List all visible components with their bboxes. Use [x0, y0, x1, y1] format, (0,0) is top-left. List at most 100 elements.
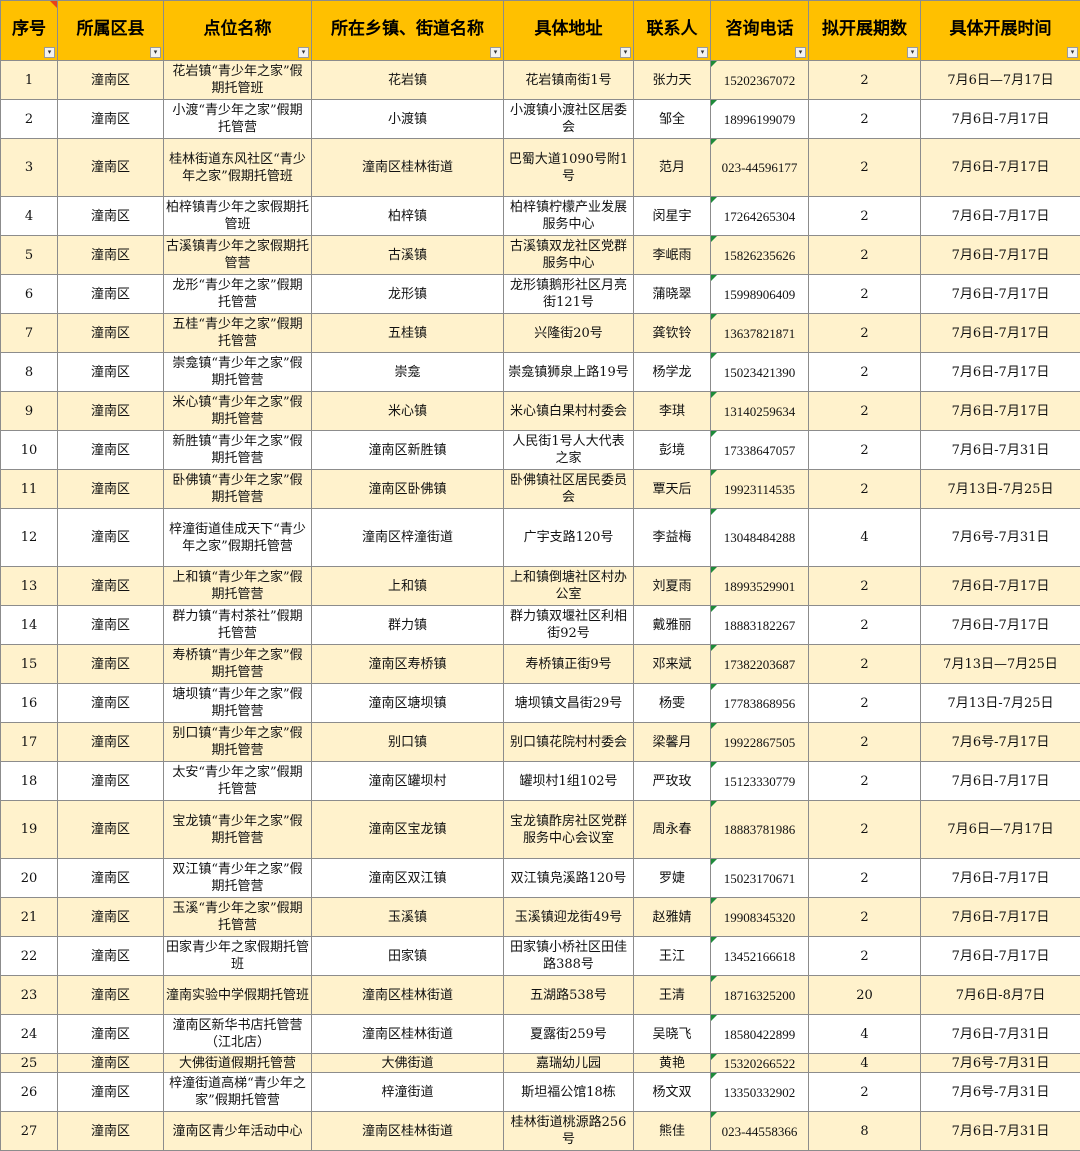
- time-cell[interactable]: 7月6号-7月31日: [921, 509, 1080, 567]
- row-number[interactable]: 5: [1, 236, 58, 275]
- address-cell[interactable]: 斯坦福公馆18栋: [504, 1073, 634, 1112]
- town-cell[interactable]: 潼南区新胜镇: [312, 431, 504, 470]
- town-cell[interactable]: 潼南区寿桥镇: [312, 645, 504, 684]
- district-cell[interactable]: 潼南区: [58, 353, 164, 392]
- address-cell[interactable]: 巴蜀大道1090号附1号: [504, 139, 634, 197]
- contact-cell[interactable]: 杨文双: [634, 1073, 711, 1112]
- phone-cell[interactable]: 023-44596177: [711, 139, 809, 197]
- periods-cell[interactable]: 2: [809, 197, 921, 236]
- row-number[interactable]: 3: [1, 139, 58, 197]
- row-number[interactable]: 14: [1, 606, 58, 645]
- row-number[interactable]: 9: [1, 392, 58, 431]
- phone-cell[interactable]: 15202367072: [711, 61, 809, 100]
- site-name-cell[interactable]: 宝龙镇“青少年之家”假期托管营: [164, 801, 312, 859]
- periods-cell[interactable]: 2: [809, 431, 921, 470]
- town-cell[interactable]: 别口镇: [312, 723, 504, 762]
- filter-dropdown-icon[interactable]: ▾: [490, 47, 501, 58]
- address-cell[interactable]: 群力镇双堰社区利相街92号: [504, 606, 634, 645]
- phone-cell[interactable]: 15123330779: [711, 762, 809, 801]
- district-cell[interactable]: 潼南区: [58, 567, 164, 606]
- address-cell[interactable]: 崇龛镇狮泉上路19号: [504, 353, 634, 392]
- town-cell[interactable]: 米心镇: [312, 392, 504, 431]
- phone-cell[interactable]: 19922867505: [711, 723, 809, 762]
- phone-cell[interactable]: 17338647057: [711, 431, 809, 470]
- town-cell[interactable]: 潼南区桂林街道: [312, 976, 504, 1015]
- site-name-cell[interactable]: 潼南区新华书店托管营（江北店）: [164, 1015, 312, 1054]
- address-cell[interactable]: 龙形镇鹅形社区月亮街121号: [504, 275, 634, 314]
- town-cell[interactable]: 上和镇: [312, 567, 504, 606]
- contact-cell[interactable]: 戴雅丽: [634, 606, 711, 645]
- address-cell[interactable]: 小渡镇小渡社区居委会: [504, 100, 634, 139]
- town-cell[interactable]: 玉溪镇: [312, 898, 504, 937]
- phone-cell[interactable]: 18993529901: [711, 567, 809, 606]
- contact-cell[interactable]: 杨雯: [634, 684, 711, 723]
- district-cell[interactable]: 潼南区: [58, 1015, 164, 1054]
- district-cell[interactable]: 潼南区: [58, 859, 164, 898]
- phone-cell[interactable]: 18716325200: [711, 976, 809, 1015]
- time-cell[interactable]: 7月6号-7月31日: [921, 1054, 1080, 1073]
- site-name-cell[interactable]: 塘坝镇“青少年之家”假期托管营: [164, 684, 312, 723]
- address-cell[interactable]: 花岩镇南街1号: [504, 61, 634, 100]
- address-cell[interactable]: 嘉瑞幼儿园: [504, 1054, 634, 1073]
- phone-cell[interactable]: 15998906409: [711, 275, 809, 314]
- address-cell[interactable]: 卧佛镇社区居民委员会: [504, 470, 634, 509]
- contact-cell[interactable]: 闵星宇: [634, 197, 711, 236]
- address-cell[interactable]: 人民街1号人大代表之家: [504, 431, 634, 470]
- time-cell[interactable]: 7月6号-7月31日: [921, 1073, 1080, 1112]
- district-cell[interactable]: 潼南区: [58, 645, 164, 684]
- periods-cell[interactable]: 2: [809, 801, 921, 859]
- time-cell[interactable]: 7月13日—7月25日: [921, 645, 1080, 684]
- site-name-cell[interactable]: 寿桥镇“青少年之家”假期托管营: [164, 645, 312, 684]
- filter-dropdown-icon[interactable]: ▾: [150, 47, 161, 58]
- time-cell[interactable]: 7月6日-7月31日: [921, 1015, 1080, 1054]
- town-cell[interactable]: 五桂镇: [312, 314, 504, 353]
- site-name-cell[interactable]: 小渡“青少年之家”假期托管营: [164, 100, 312, 139]
- contact-cell[interactable]: 刘夏雨: [634, 567, 711, 606]
- time-cell[interactable]: 7月13日-7月25日: [921, 470, 1080, 509]
- address-cell[interactable]: 米心镇白果村村委会: [504, 392, 634, 431]
- periods-cell[interactable]: 2: [809, 937, 921, 976]
- district-cell[interactable]: 潼南区: [58, 723, 164, 762]
- phone-cell[interactable]: 13140259634: [711, 392, 809, 431]
- district-cell[interactable]: 潼南区: [58, 509, 164, 567]
- periods-cell[interactable]: 2: [809, 723, 921, 762]
- row-number[interactable]: 23: [1, 976, 58, 1015]
- district-cell[interactable]: 潼南区: [58, 684, 164, 723]
- row-number[interactable]: 4: [1, 197, 58, 236]
- phone-cell[interactable]: 17783868956: [711, 684, 809, 723]
- periods-cell[interactable]: 2: [809, 314, 921, 353]
- row-number[interactable]: 8: [1, 353, 58, 392]
- time-cell[interactable]: 7月6日-7月17日: [921, 567, 1080, 606]
- periods-cell[interactable]: 2: [809, 353, 921, 392]
- time-cell[interactable]: 7月6日-7月17日: [921, 859, 1080, 898]
- contact-cell[interactable]: 蒲晓翠: [634, 275, 711, 314]
- time-cell[interactable]: 7月6日-7月17日: [921, 762, 1080, 801]
- site-name-cell[interactable]: 柏梓镇青少年之家假期托管班: [164, 197, 312, 236]
- phone-cell[interactable]: 15023421390: [711, 353, 809, 392]
- contact-cell[interactable]: 吴晓飞: [634, 1015, 711, 1054]
- district-cell[interactable]: 潼南区: [58, 898, 164, 937]
- district-cell[interactable]: 潼南区: [58, 236, 164, 275]
- site-name-cell[interactable]: 新胜镇“青少年之家”假期托管营: [164, 431, 312, 470]
- town-cell[interactable]: 潼南区卧佛镇: [312, 470, 504, 509]
- site-name-cell[interactable]: 龙形“青少年之家”假期托管营: [164, 275, 312, 314]
- time-cell[interactable]: 7月6号-7月17日: [921, 723, 1080, 762]
- town-cell[interactable]: 梓潼街道: [312, 1073, 504, 1112]
- time-cell[interactable]: 7月6日-7月17日: [921, 898, 1080, 937]
- town-cell[interactable]: 潼南区塘坝镇: [312, 684, 504, 723]
- time-cell[interactable]: 7月13日-7月25日: [921, 684, 1080, 723]
- periods-cell[interactable]: 2: [809, 606, 921, 645]
- town-cell[interactable]: 田家镇: [312, 937, 504, 976]
- site-name-cell[interactable]: 群力镇“青村茶社”假期托管营: [164, 606, 312, 645]
- contact-cell[interactable]: 李益梅: [634, 509, 711, 567]
- time-cell[interactable]: 7月6日-7月17日: [921, 275, 1080, 314]
- contact-cell[interactable]: 覃天后: [634, 470, 711, 509]
- periods-cell[interactable]: 2: [809, 1073, 921, 1112]
- time-cell[interactable]: 7月6日—7月17日: [921, 61, 1080, 100]
- filter-dropdown-icon[interactable]: ▾: [907, 47, 918, 58]
- phone-cell[interactable]: 17382203687: [711, 645, 809, 684]
- row-number[interactable]: 25: [1, 1054, 58, 1073]
- contact-cell[interactable]: 邓来斌: [634, 645, 711, 684]
- row-number[interactable]: 19: [1, 801, 58, 859]
- periods-cell[interactable]: 2: [809, 236, 921, 275]
